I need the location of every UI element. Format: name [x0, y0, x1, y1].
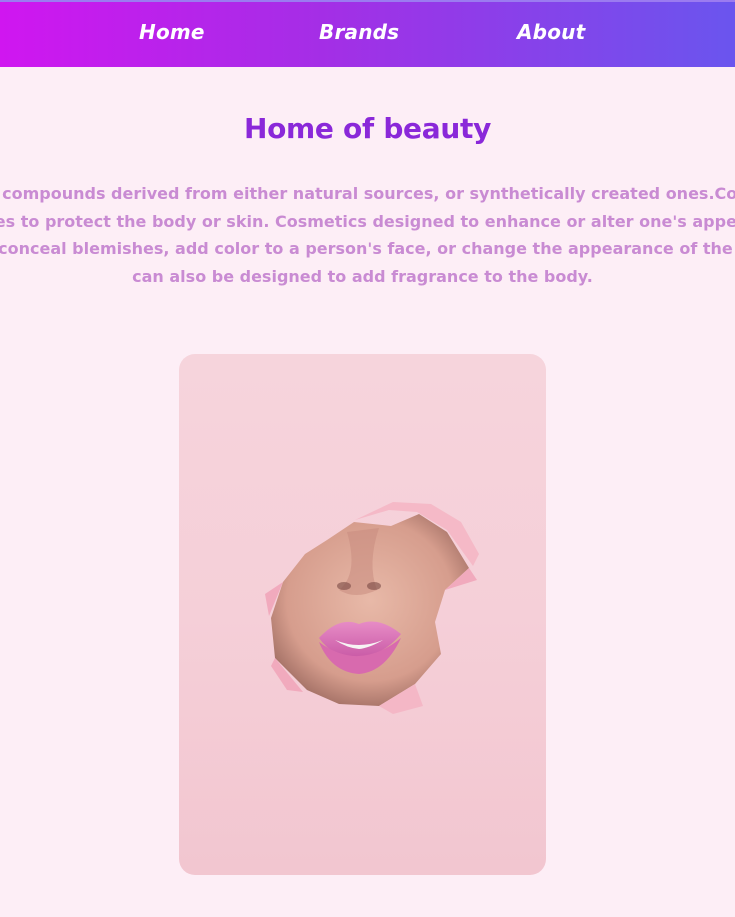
- nav-link-home[interactable]: Home: [139, 20, 205, 44]
- intro-paragraph: Cosmetics are compounds derived from eit…: [0, 180, 735, 290]
- beauty-photo: [179, 354, 546, 875]
- page: Home Brands About Home of beauty Cosmeti…: [0, 0, 735, 917]
- lips-illustration: [265, 502, 479, 714]
- page-title: Home of beauty: [243, 112, 492, 145]
- intro-line-3: can be used to conceal blemishes, add co…: [0, 239, 735, 258]
- intro-line-2: various purposes to protect the body or …: [0, 211, 735, 231]
- intro-line-1: Cosmetics are compounds derived from eit…: [0, 184, 735, 203]
- intro-line-4: can also be designed to add fragrance to…: [132, 266, 593, 286]
- nav-link-about[interactable]: About: [517, 20, 585, 44]
- top-navbar: Home Brands About: [0, 0, 735, 67]
- nav-link-brands[interactable]: Brands: [319, 20, 399, 44]
